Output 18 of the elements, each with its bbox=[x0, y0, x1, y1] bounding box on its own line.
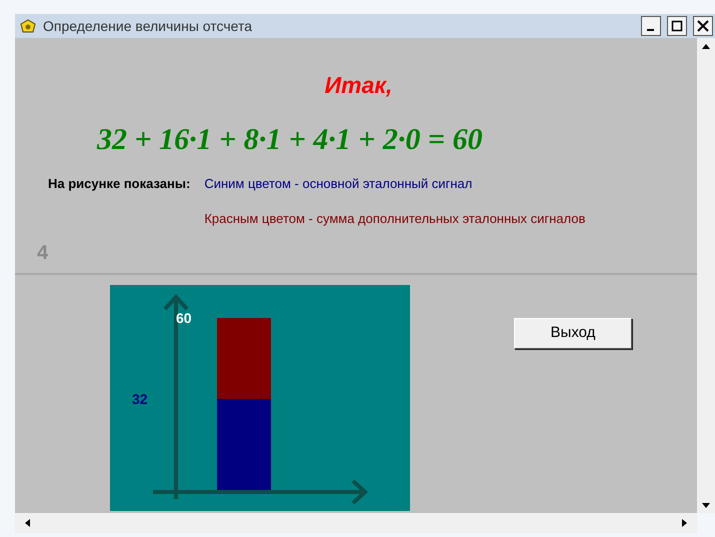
maximize-icon[interactable] bbox=[667, 16, 687, 36]
legend-text: Красным цветом - сумма дополнительных эталонных сигналов bbox=[204, 210, 586, 228]
equation: 32 + 16·1 + 8·1 + 4·1 + 2·0 = 60 bbox=[97, 122, 482, 156]
tick-label: 60 bbox=[176, 310, 192, 326]
legend-label: На рисунке показаны: bbox=[48, 174, 190, 193]
heading: Итак, bbox=[324, 71, 392, 100]
vertical-scrollbar[interactable] bbox=[697, 38, 715, 513]
scroll-right-icon[interactable] bbox=[681, 518, 689, 528]
scroll-down-icon[interactable] bbox=[701, 501, 711, 509]
exit-button[interactable]: Выход bbox=[514, 318, 632, 349]
scroll-left-icon[interactable] bbox=[23, 518, 31, 528]
horizontal-scrollbar[interactable] bbox=[15, 513, 697, 533]
tick-label: 32 bbox=[132, 391, 148, 407]
window-title: Определение величины отсчета bbox=[43, 16, 254, 36]
scroll-up-icon[interactable] bbox=[701, 42, 711, 50]
minimize-icon[interactable] bbox=[641, 16, 661, 36]
legend-text: Синим цветом - основной эталонный сигнал bbox=[204, 174, 474, 193]
close-icon[interactable] bbox=[693, 16, 713, 36]
